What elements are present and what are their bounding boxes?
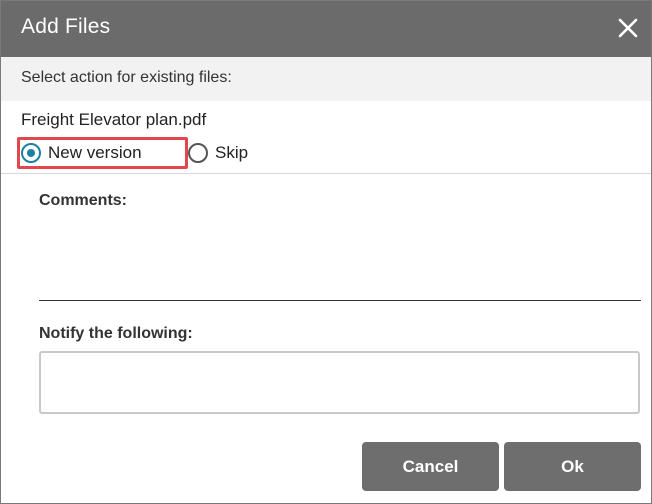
- notify-label: Notify the following:: [39, 325, 193, 342]
- radio-selected-icon: [21, 143, 41, 163]
- comments-field[interactable]: [39, 221, 641, 301]
- add-files-dialog: Add Files Select action for existing fil…: [0, 0, 652, 504]
- dialog-title: Add Files: [21, 15, 111, 38]
- radio-new-version-label: New version: [48, 143, 142, 162]
- action-prompt-bar: Select action for existing files:: [1, 57, 651, 101]
- radio-new-version[interactable]: New version: [21, 142, 181, 164]
- divider: [1, 173, 651, 174]
- dialog-titlebar: Add Files: [1, 1, 651, 57]
- notify-field[interactable]: [39, 351, 640, 414]
- file-action-radio-group: New version Skip: [17, 137, 321, 169]
- close-icon: [618, 18, 638, 38]
- radio-skip-label: Skip: [215, 143, 249, 162]
- action-prompt-text: Select action for existing files:: [21, 69, 232, 86]
- file-name: Freight Elevator plan.pdf: [21, 110, 207, 129]
- comments-label: Comments:: [39, 192, 128, 209]
- radio-unselected-icon: [188, 143, 208, 163]
- cancel-button[interactable]: Cancel: [362, 442, 499, 491]
- radio-skip[interactable]: Skip: [188, 142, 268, 164]
- close-button[interactable]: [613, 13, 643, 43]
- ok-button[interactable]: Ok: [504, 442, 641, 491]
